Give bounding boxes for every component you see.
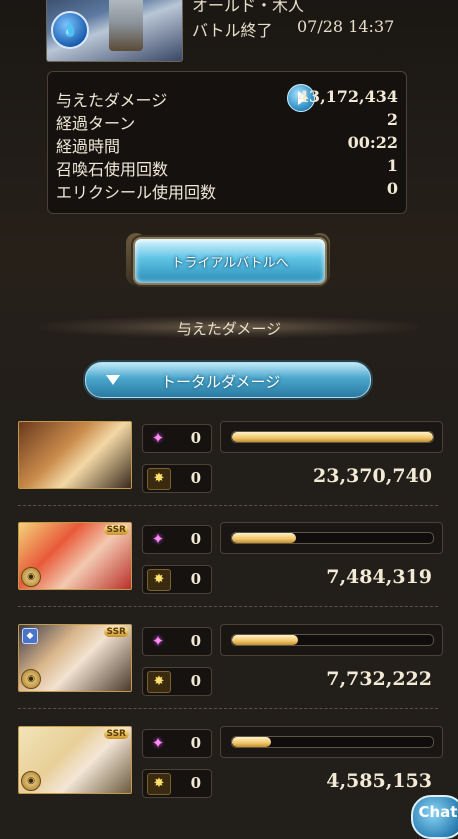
sparkle-icon: ✦ [151,734,165,752]
level-icon: ◉ [21,771,41,791]
damage-value: 4,585,153 [326,770,432,792]
chat-button[interactable]: Chat [411,795,458,839]
damage-bar-fill [232,737,271,747]
ability-count: 0 [190,469,201,487]
sparkle-icon: ✦ [151,632,165,650]
character-portrait[interactable]: SSR ◉ [18,726,132,794]
ability-badge: ✸ 0 [142,565,212,594]
stat-value: 1 [386,156,398,175]
trial-battle-label: トライアルバトルへ [171,256,289,271]
ability-icon: ✸ [147,773,171,795]
damage-type-dropdown[interactable]: トータルダメージ [85,362,371,398]
damage-value: 23,370,740 [313,465,432,487]
ability-badge: ✸ 0 [142,769,212,798]
level-icon: ◉ [21,567,41,587]
stat-row-time: 経過時間 00:22 [56,133,398,156]
chevron-down-icon [106,375,120,385]
battle-stats-panel: 与えたダメージ 43,172,434 経過ターン 2 経過時間 00:22 召喚… [47,71,407,214]
row-divider [18,606,438,607]
character-row: SSR ◉ ✦ 0 ✸ 0 7,484,319 [0,522,458,622]
boss-name: オールド・木人 [192,0,305,15]
damage-bar [220,522,443,554]
special-count: 0 [190,734,201,752]
row-divider [18,505,438,506]
ssr-badge: SSR [103,729,129,739]
character-portrait[interactable] [18,421,132,489]
special-count: 0 [190,530,201,548]
character-portrait[interactable]: ◆ SSR ◉ [18,624,132,692]
character-row: SSR ◉ ✦ 0 ✸ 0 4,585,153 [0,726,458,826]
special-count: 0 [190,632,201,650]
special-count: 0 [190,429,201,447]
ability-count: 0 [190,672,201,690]
ssr-badge: SSR [103,627,129,637]
stat-label: 与えたダメージ [56,91,168,110]
damage-value: 7,484,319 [326,566,432,588]
damage-value: 7,732,222 [326,668,432,690]
damage-bar-fill [232,635,298,645]
damage-section-title: 与えたダメージ [176,320,282,338]
boss-thumbnail: 💧 [46,0,183,62]
stat-label: 召喚石使用回数 [56,160,169,179]
stat-value: 0 [386,179,398,198]
stat-value: 2 [386,110,398,129]
ability-icon: ✸ [147,468,171,490]
stat-row-summons: 召喚石使用回数 1 [56,156,398,179]
element-icon: ◆ [22,628,38,644]
level-icon: ◉ [21,669,41,689]
water-element-icon: 💧 [51,11,89,49]
character-row: ✦ 0 ✸ 0 23,370,740 [0,421,458,521]
ability-count: 0 [190,774,201,792]
special-attack-badge: ✦ 0 [142,525,212,554]
battle-datetime: 07/28 14:37 [297,17,395,36]
special-attack-badge: ✦ 0 [142,627,212,656]
stat-value: 00:22 [347,133,398,152]
battle-status: バトル終了 [192,21,273,40]
stat-label: 経過ターン [56,114,136,133]
character-portrait[interactable]: SSR ◉ [18,522,132,590]
stat-label: エリクシール使用回数 [56,183,217,202]
special-attack-badge: ✦ 0 [142,729,212,758]
ssr-badge: SSR [103,525,129,535]
damage-bar-fill [232,432,433,442]
ability-icon: ✸ [147,671,171,693]
special-attack-badge: ✦ 0 [142,424,212,453]
trial-battle-button[interactable]: トライアルバトルへ [133,237,327,285]
character-row: ◆ SSR ◉ ✦ 0 ✸ 0 7,732,222 [0,624,458,724]
dropdown-selected: トータルダメージ [161,373,281,391]
stat-row-elixirs: エリクシール使用回数 0 [56,179,398,202]
ability-count: 0 [190,570,201,588]
damage-bar [220,624,443,656]
boss-image [109,0,143,51]
ability-badge: ✸ 0 [142,464,212,493]
damage-bar [220,726,443,758]
sparkle-icon: ✦ [151,429,165,447]
ability-icon: ✸ [147,569,171,591]
damage-bar [220,421,443,453]
stat-row-turns: 経過ターン 2 [56,110,398,133]
row-divider [18,708,438,709]
ability-badge: ✸ 0 [142,667,212,696]
stat-row-damage: 与えたダメージ 43,172,434 [56,84,398,112]
damage-bar-fill [232,533,296,543]
stat-label: 経過時間 [56,137,121,156]
sparkle-icon: ✦ [151,530,165,548]
stat-value: 43,172,434 [297,87,398,106]
